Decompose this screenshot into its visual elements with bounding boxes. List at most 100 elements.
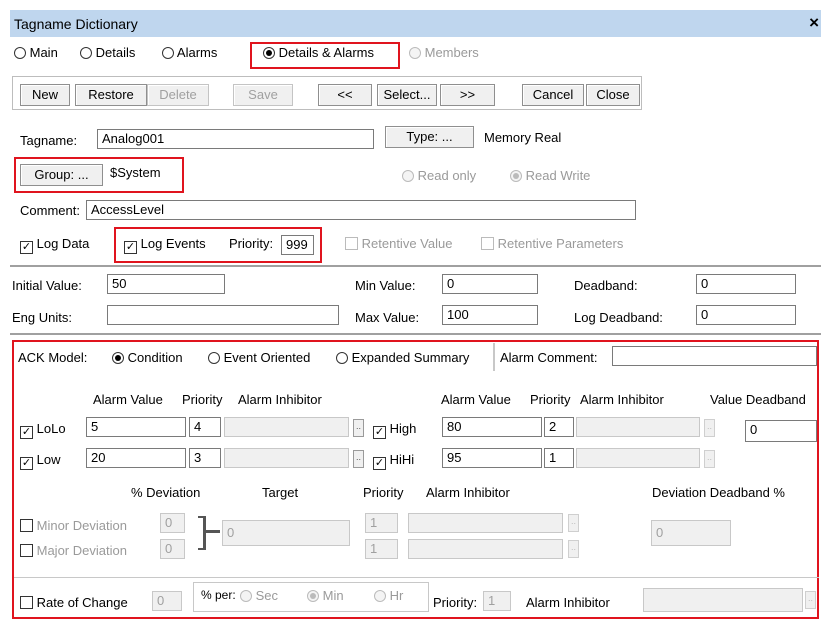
roc-value-input: 0 [152, 591, 182, 611]
major-priority-input: 1 [365, 539, 398, 559]
log-deadband-label: Log Deadband: [574, 310, 663, 325]
save-button: Save [233, 84, 293, 106]
col-priority: Priority [182, 392, 223, 407]
deadband-label: Deadband: [574, 278, 638, 293]
log-events-checkbox[interactable]: ✓ Log Events [124, 236, 206, 254]
target-input: 0 [222, 520, 350, 546]
col-target: Target [262, 485, 299, 500]
high-inhibitor-browse-button[interactable]: .. [704, 419, 715, 437]
window-title: Tagname Dictionary [14, 16, 138, 32]
lolo-inhibitor-browse-button[interactable]: .. [353, 419, 364, 437]
ack-event-oriented-radio[interactable]: Event Oriented [208, 350, 310, 365]
lolo-checkbox[interactable]: ✓ LoLo [20, 421, 66, 439]
lolo-inhibitor-input [224, 417, 349, 437]
bracket-connector [198, 516, 206, 550]
tab-main[interactable]: Main [14, 45, 58, 60]
deviation-deadband-input: 0 [651, 520, 731, 546]
low-value-input[interactable]: 20 [86, 448, 186, 468]
group-value: $System [110, 165, 161, 180]
max-value-label: Max Value: [355, 310, 420, 325]
col-deviation-deadband: Deviation Deadband % [652, 485, 785, 500]
ack-expanded-summary-radio[interactable]: Expanded Summary [336, 350, 469, 365]
lolo-priority-input[interactable]: 4 [189, 417, 221, 437]
type-button[interactable]: Type: ... [385, 126, 474, 148]
new-button[interactable]: New [20, 84, 70, 106]
log-deadband-input[interactable]: 0 [696, 305, 796, 325]
select-button[interactable]: Select... [377, 84, 437, 106]
minor-inhibitor-browse-button: .. [568, 514, 579, 532]
tab-members: Members [409, 45, 479, 60]
group-button[interactable]: Group: ... [20, 164, 103, 186]
divider [493, 343, 495, 371]
col-pct-deviation: % Deviation [131, 485, 201, 500]
low-checkbox[interactable]: ✓ Low [20, 452, 60, 470]
roc-inhibitor-browse-button: .. [805, 591, 816, 609]
divider [10, 333, 821, 335]
low-inhibitor-browse-button[interactable]: .. [353, 450, 364, 468]
roc-per-label: % per: [201, 588, 236, 602]
min-value-label: Min Value: [355, 278, 416, 293]
ack-condition-radio[interactable]: Condition [112, 350, 183, 365]
major-deviation-checkbox[interactable]: Major Deviation [20, 543, 127, 558]
high-checkbox[interactable]: ✓ High [373, 421, 416, 439]
hihi-value-input[interactable]: 95 [442, 448, 542, 468]
col-priority: Priority [363, 485, 404, 500]
divider [10, 265, 821, 267]
radio-icon [162, 47, 174, 59]
hihi-inhibitor-browse-button[interactable]: .. [704, 450, 715, 468]
retentive-parameters-checkbox: Retentive Parameters [481, 236, 623, 251]
max-value-input[interactable]: 100 [442, 305, 538, 325]
radio-selected-icon [112, 352, 124, 364]
minor-deviation-checkbox[interactable]: Minor Deviation [20, 518, 127, 533]
previous-button[interactable]: << [318, 84, 372, 106]
minor-priority-input: 1 [365, 513, 398, 533]
checkbox-checked-icon: ✓ [373, 457, 386, 470]
cancel-button[interactable]: Cancel [522, 84, 584, 106]
low-priority-input[interactable]: 3 [189, 448, 221, 468]
high-value-input[interactable]: 80 [442, 417, 542, 437]
tagname-input[interactable]: Analog001 [97, 129, 374, 149]
hihi-checkbox[interactable]: ✓ HiHi [373, 452, 414, 470]
comment-input[interactable]: AccessLevel [86, 200, 636, 220]
bracket-connector [206, 530, 220, 533]
initial-value-label: Initial Value: [12, 278, 82, 293]
tab-details[interactable]: Details [80, 45, 135, 60]
minor-pct-input: 0 [160, 513, 185, 533]
tab-alarms[interactable]: Alarms [162, 45, 217, 60]
radio-icon [307, 590, 319, 602]
next-button[interactable]: >> [440, 84, 495, 106]
checkbox-icon [481, 237, 494, 250]
min-value-input[interactable]: 0 [442, 274, 538, 294]
radio-icon [409, 47, 421, 59]
initial-value-input[interactable]: 50 [107, 274, 225, 294]
col-alarm-inhibitor: Alarm Inhibitor [426, 485, 510, 500]
roc-priority-input: 1 [483, 591, 511, 611]
radio-icon [510, 170, 522, 182]
log-data-checkbox[interactable]: ✓ Log Data [20, 236, 89, 254]
hihi-priority-input[interactable]: 1 [544, 448, 574, 468]
eng-units-input[interactable] [107, 305, 339, 325]
roc-sec-radio: Sec [240, 588, 278, 603]
major-pct-input: 0 [160, 539, 185, 559]
rate-of-change-checkbox[interactable]: Rate of Change [20, 595, 128, 610]
restore-button[interactable]: Restore [75, 84, 147, 106]
col-priority: Priority [530, 392, 571, 407]
ack-model-label: ACK Model: [18, 350, 88, 365]
alarm-comment-label: Alarm Comment: [500, 350, 598, 365]
radio-icon [80, 47, 92, 59]
checkbox-icon [20, 544, 33, 557]
high-priority-input[interactable]: 2 [544, 417, 574, 437]
roc-priority-label: Priority: [433, 595, 478, 610]
read-write-radio: Read Write [510, 168, 590, 183]
lolo-value-input[interactable]: 5 [86, 417, 186, 437]
alarm-comment-input[interactable] [612, 346, 817, 366]
type-value: Memory Real [484, 130, 562, 145]
close-button[interactable]: Close [586, 84, 640, 106]
priority-input[interactable]: 999 [281, 235, 314, 255]
close-icon[interactable]: × [809, 13, 819, 33]
major-inhibitor-input [408, 539, 563, 559]
checkbox-checked-icon: ✓ [20, 241, 33, 254]
value-deadband-input[interactable]: 0 [745, 420, 817, 442]
deadband-input[interactable]: 0 [696, 274, 796, 294]
radio-icon [374, 590, 386, 602]
